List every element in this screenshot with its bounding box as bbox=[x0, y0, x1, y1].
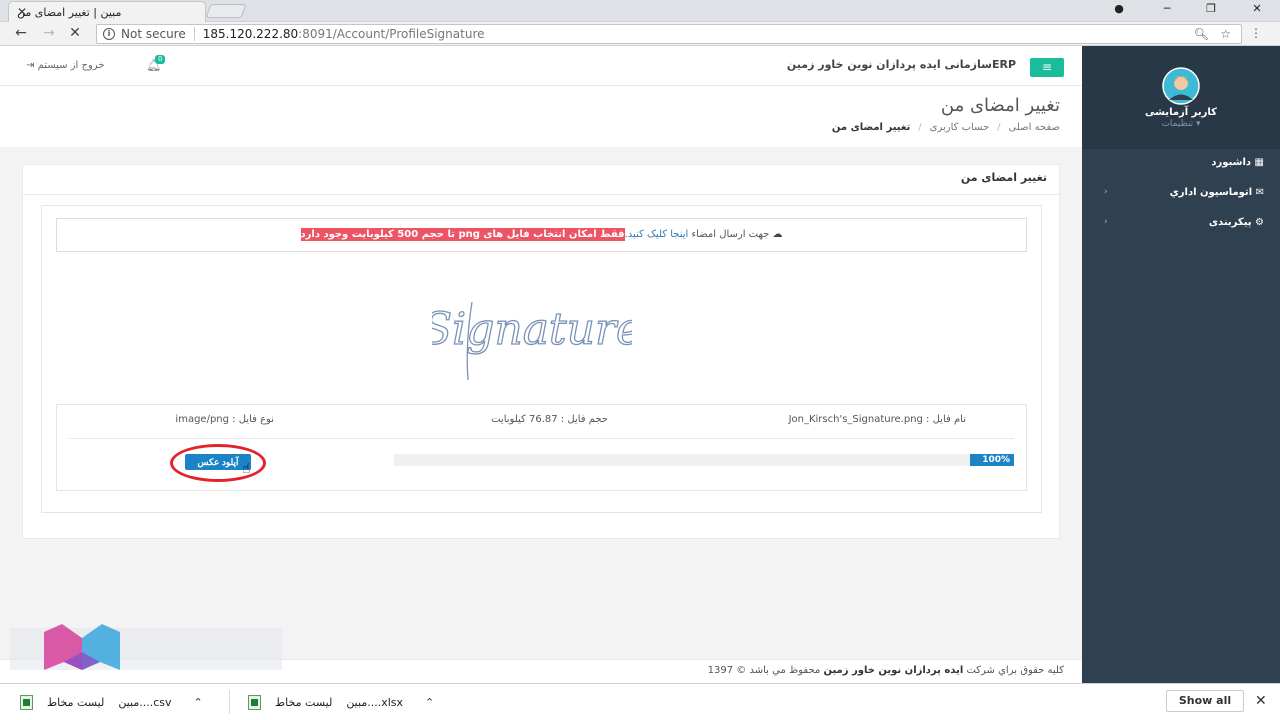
progress-label: 100% bbox=[982, 455, 1010, 465]
close-downloads-icon[interactable]: ✕ bbox=[1255, 693, 1267, 709]
chevron-up-icon[interactable]: ⌃ bbox=[425, 696, 434, 709]
file-info-box: نام فایل : Jon_Kirsch's_Signature.png حج… bbox=[56, 404, 1027, 491]
logout-icon: ⇥ bbox=[26, 60, 38, 71]
th-large-icon: ▦ bbox=[1251, 157, 1264, 168]
signature-text: Signature bbox=[432, 304, 632, 355]
download-prefix: لیست مخاط bbox=[275, 696, 333, 709]
page-title: تغییر امضای من bbox=[940, 95, 1060, 116]
url-path: :8091/Account/ProfileSignature bbox=[298, 27, 485, 41]
breadcrumb: صفحه اصلی / حساب کاربری / تغییر امضای من bbox=[832, 122, 1060, 133]
hamburger-icon: ≡ bbox=[1041, 60, 1053, 74]
download-item-csv[interactable]: لیست مخاط مبین....csv ⌃ bbox=[20, 684, 203, 720]
browser-menu-icon[interactable]: ⋮ bbox=[1250, 26, 1262, 40]
not-secure-label: Not secure bbox=[121, 27, 186, 41]
brand-title: ERPسازمانی ایده پردازان نوین خاور زمین bbox=[786, 58, 1016, 71]
window-close-icon[interactable]: ✕ bbox=[1250, 2, 1264, 15]
cloud-upload-icon: ☁ bbox=[772, 229, 783, 240]
envelope-icon: ✉ bbox=[1252, 187, 1264, 198]
logout-link[interactable]: ⇥ خروج از سیستم bbox=[26, 60, 105, 71]
file-type-label: نوع فایل : image/png bbox=[175, 414, 274, 425]
app-header: ⇥ خروج از سیستم 🔔︎ 0 ERPسازمانی ایده پرد… bbox=[0, 46, 1082, 86]
breadcrumb-account[interactable]: حساب کاربری bbox=[930, 122, 990, 133]
upload-warning: فقط امکان انتخاب فایل های png تا حجم 500… bbox=[300, 228, 625, 241]
file-size-label: حجم فایل : 76.87 کیلوبایت bbox=[491, 414, 608, 425]
user-name[interactable]: کاربر آزمایشی bbox=[1082, 107, 1280, 118]
cogs-icon: ⚙ bbox=[1251, 217, 1264, 228]
logo-watermark-icon bbox=[44, 624, 120, 670]
footer-prefix: کلیه حقوق براي شرکت bbox=[966, 665, 1064, 676]
profile-icon[interactable]: ● bbox=[1112, 2, 1126, 15]
user-settings-dropdown[interactable]: ▾ تنظیمات bbox=[1082, 119, 1280, 129]
url-host: 185.120.222.80 bbox=[202, 27, 299, 41]
signature-panel: تغییر امضای من ☁ جهت ارسال امضاء اینجا ک… bbox=[22, 164, 1060, 539]
profile-area: کاربر آزمایشی ▾ تنظیمات bbox=[1082, 46, 1280, 149]
upload-notice: ☁ جهت ارسال امضاء اینجا کلیک کنید.فقط ام… bbox=[56, 218, 1027, 252]
excel-file-icon bbox=[20, 695, 33, 710]
minimize-icon[interactable]: ─ bbox=[1160, 2, 1174, 15]
notice-text: جهت ارسال امضاء bbox=[691, 229, 770, 240]
forward-icon[interactable]: → bbox=[40, 25, 58, 41]
download-item-xlsx[interactable]: لیست مخاط مبین....xlsx ⌃ bbox=[248, 684, 434, 720]
browser-tab[interactable]: ✕ مبین | تغییر امضای من bbox=[8, 1, 206, 22]
tab-close-icon[interactable]: ✕ bbox=[17, 5, 27, 19]
download-filename: مبین....csv bbox=[118, 696, 172, 709]
chevron-icon[interactable]: › bbox=[1104, 187, 1108, 197]
browser-tabstrip: ✕ مبین | تغییر امضای من ● ─ ❐ ✕ bbox=[0, 0, 1280, 22]
copyright-text: کلیه حقوق براي شرکت ایده پردازان نوین خا… bbox=[708, 665, 1064, 676]
back-icon[interactable]: ← bbox=[12, 25, 30, 41]
bookmark-star-icon[interactable]: ☆ bbox=[1220, 27, 1231, 41]
download-prefix: لیست مخاط bbox=[47, 696, 105, 709]
sidebar-item-label: داشبورد bbox=[1211, 157, 1252, 168]
menu-toggle-button[interactable]: ≡ bbox=[1030, 58, 1064, 77]
tab-title: مبین | تغییر امضای من bbox=[17, 5, 122, 19]
zoom-icon[interactable]: 🔍︎ bbox=[1194, 27, 1209, 41]
breadcrumb-home[interactable]: صفحه اصلی bbox=[1009, 122, 1060, 133]
avatar[interactable] bbox=[1154, 67, 1208, 105]
stop-icon[interactable]: ✕ bbox=[66, 25, 84, 41]
logout-label: خروج از سیستم bbox=[37, 60, 105, 71]
file-name-label: نام فایل : Jon_Kirsch's_Signature.png bbox=[788, 414, 966, 425]
footer-suffix: محفوظ مي باشد © 1397 bbox=[707, 665, 821, 676]
breadcrumb-separator: / bbox=[918, 122, 922, 133]
panel-divider bbox=[23, 194, 1059, 195]
panel-title: تغییر امضای من bbox=[960, 171, 1047, 184]
sidebar-item-automation[interactable]: ✉ اتوماسیون اداري bbox=[1170, 187, 1264, 198]
footer-company: ایده پردازان نوین خاور زمین bbox=[823, 665, 964, 676]
info-icon[interactable]: i bbox=[103, 28, 115, 40]
chevron-up-icon[interactable]: ⌃ bbox=[194, 696, 203, 709]
restore-icon[interactable]: ❐ bbox=[1204, 2, 1218, 15]
notification-badge: 0 bbox=[155, 55, 166, 64]
page-header: تغییر امضای من صفحه اصلی / حساب کاربری /… bbox=[0, 87, 1082, 147]
omnibox-divider bbox=[193, 27, 195, 41]
hand-cursor-icon: ☝ bbox=[242, 461, 251, 477]
download-bar: لیست مخاط مبین....csv ⌃ لیست مخاط مبین..… bbox=[0, 683, 1280, 720]
sidebar-item-configuration[interactable]: ⚙ پیکربندی bbox=[1209, 217, 1264, 228]
progress-fill: 100% bbox=[970, 454, 1014, 466]
sidebar-item-label: اتوماسیون اداري bbox=[1169, 187, 1253, 198]
upload-progress-bar: 100% bbox=[394, 454, 1014, 466]
upload-link[interactable]: اینجا کلیک کنید. bbox=[625, 229, 689, 240]
breadcrumb-separator: / bbox=[997, 122, 1001, 133]
file-info-divider bbox=[69, 438, 1014, 439]
excel-file-icon bbox=[248, 695, 261, 710]
sidebar-item-label: پیکربندی bbox=[1208, 217, 1252, 228]
address-bar[interactable]: i Not secure 185.120.222.80:8091/Account… bbox=[96, 24, 1242, 44]
browser-toolbar: ← → ✕ i Not secure 185.120.222.80:8091/A… bbox=[0, 22, 1280, 46]
chevron-icon[interactable]: › bbox=[1104, 217, 1108, 227]
panel-body: ☁ جهت ارسال امضاء اینجا کلیک کنید.فقط ام… bbox=[41, 205, 1042, 513]
sidebar-item-dashboard[interactable]: ▦ داشبورد bbox=[1211, 157, 1264, 168]
signature-image: Signature bbox=[432, 301, 632, 381]
download-filename: مبین....xlsx bbox=[346, 696, 404, 709]
show-all-button[interactable]: Show all bbox=[1166, 690, 1244, 712]
breadcrumb-current: تغییر امضای من bbox=[831, 122, 911, 133]
new-tab-button[interactable] bbox=[205, 4, 247, 18]
sidebar: کاربر آزمایشی ▾ تنظیمات ▦ داشبورد ✉ اتوم… bbox=[1082, 46, 1280, 683]
download-divider bbox=[229, 690, 230, 714]
